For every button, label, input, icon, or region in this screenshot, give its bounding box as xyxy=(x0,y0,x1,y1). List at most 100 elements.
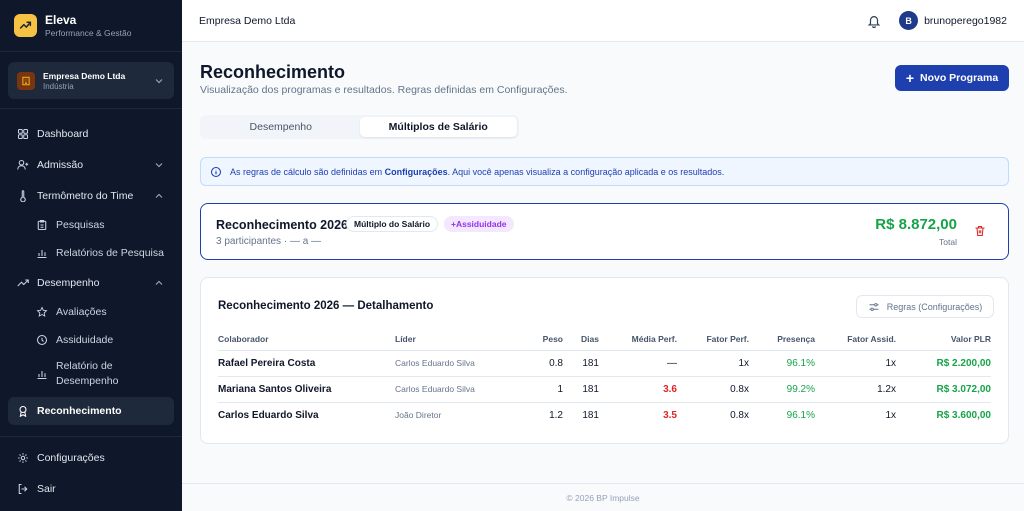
cell-colaborador: Rafael Pereira Costa xyxy=(218,350,395,377)
sidebar-item-configuracoes[interactable]: Configurações xyxy=(8,444,174,472)
trend-up-logo-icon xyxy=(14,14,37,37)
cell-fator-perf: 0.8x xyxy=(730,409,749,421)
page-title: Reconhecimento xyxy=(200,62,346,82)
col-valor-plr: Valor PLR xyxy=(896,328,991,351)
sidebar-item-relatorio-desempenho[interactable]: Relatório de Desempenho xyxy=(8,354,174,394)
chevron-up-icon xyxy=(153,277,165,289)
cell-dias: 181 xyxy=(582,409,599,421)
new-program-button[interactable]: + Novo Programa xyxy=(895,65,1009,91)
sidebar-item-label: Pesquisas xyxy=(56,219,105,231)
col-peso: Peso xyxy=(518,328,563,351)
sidebar-item-relatorios-pesquisa[interactable]: Relatórios de Pesquisa xyxy=(8,239,174,267)
user-plus-icon xyxy=(17,159,29,171)
cell-valor-plr: R$ 3.600,00 xyxy=(936,409,992,421)
page-subtitle: Visualização dos programas e resultados.… xyxy=(200,84,568,96)
logout-icon xyxy=(17,483,29,495)
program-total-label: Total xyxy=(939,237,957,247)
col-media-perf: Média Perf. xyxy=(599,328,677,351)
sidebar-item-termometro[interactable]: Termômetro do Time xyxy=(8,182,174,210)
sidebar-item-reconhecimento[interactable]: Reconhecimento xyxy=(8,397,174,425)
col-fator-perf: Fator Perf. xyxy=(677,328,749,351)
cell-fator-assid: 1x xyxy=(885,409,896,421)
sidebar-item-pesquisas[interactable]: Pesquisas xyxy=(8,211,174,239)
sidebar-bottom-nav: Configurações Sair xyxy=(8,444,174,503)
table-row[interactable]: Rafael Pereira Costa Carlos Eduardo Silv… xyxy=(218,350,991,377)
plus-icon: + xyxy=(905,70,914,86)
sidebar-item-label: Sair xyxy=(37,483,56,495)
info-text: As regras de cálculo são definidas em Co… xyxy=(230,167,724,177)
program-card[interactable]: Reconhecimento 2026 Múltiplo do Salário … xyxy=(200,203,1009,260)
cell-presenca: 96.1% xyxy=(749,350,815,377)
brand-name: Eleva xyxy=(45,13,77,27)
cell-peso: 0.8 xyxy=(518,350,563,377)
cell-fator-perf: 0.8x xyxy=(677,376,749,403)
company-selector[interactable]: Empresa Demo Ltda Indústria xyxy=(8,62,174,99)
info-banner: As regras de cálculo são definidas em Co… xyxy=(200,157,1009,186)
cell-fator-assid: 1x xyxy=(815,350,896,377)
table-row[interactable]: Carlos Eduardo Silva João Diretor 1.2 18… xyxy=(218,402,991,428)
cell-dias: 181 xyxy=(563,376,599,403)
info-config-link[interactable]: Configurações xyxy=(385,167,448,177)
new-program-label: Novo Programa xyxy=(920,72,999,84)
rules-button-label: Regras (Configurações) xyxy=(886,301,983,312)
grid-icon xyxy=(17,128,29,140)
thermometer-icon xyxy=(17,190,29,202)
chevron-up-icon xyxy=(153,190,165,202)
cell-colaborador: Carlos Eduardo Silva xyxy=(218,409,319,421)
bar-chart-icon xyxy=(36,247,48,259)
chevron-down-icon xyxy=(153,75,165,87)
program-extra-badge: +Assiduidade xyxy=(444,216,514,232)
cell-lider: João Diretor xyxy=(395,410,442,421)
cell-valor-plr: R$ 2.200,00 xyxy=(896,350,991,377)
table-row[interactable]: Mariana Santos Oliveira Carlos Eduardo S… xyxy=(218,376,991,403)
col-presenca: Presença xyxy=(749,328,815,351)
sidebar-item-avaliacoes[interactable]: Avaliações xyxy=(8,298,174,326)
sidebar-item-desempenho[interactable]: Desempenho xyxy=(8,269,174,297)
username[interactable]: bruno​perego1982 xyxy=(924,15,1007,27)
cell-media-perf: 3.6 xyxy=(599,376,677,403)
cell-media-perf: 3.5 xyxy=(663,409,677,421)
bell-icon[interactable] xyxy=(867,14,881,28)
sidebar-item-label: Assiduidade xyxy=(56,334,114,346)
col-lider: Líder xyxy=(395,328,518,351)
detail-table: Colaborador Líder Peso Dias Média Perf. … xyxy=(218,328,991,428)
avatar[interactable]: B xyxy=(899,11,919,30)
star-icon xyxy=(36,306,48,318)
tab-multiplos-salario[interactable]: Múltiplos de Salário xyxy=(359,117,517,137)
sidebar: Eleva Performance & Gestão Empresa Demo … xyxy=(0,0,182,511)
detail-card: Reconhecimento 2026 — Detalhamento Regra… xyxy=(200,277,1009,444)
info-prefix: As regras de cálculo são definidas em xyxy=(230,166,385,177)
clock-icon xyxy=(36,334,48,346)
main-content: Reconhecimento Visualização dos programa… xyxy=(182,42,1024,511)
award-icon xyxy=(17,405,29,417)
program-title: Reconhecimento 2026 xyxy=(216,218,348,232)
cell-dias: 181 xyxy=(563,350,599,377)
cell-fator-assid: 1.2x xyxy=(815,376,896,403)
brand[interactable]: Eleva Performance & Gestão xyxy=(0,0,182,52)
cell-valor-plr: R$ 3.072,00 xyxy=(896,376,991,403)
cell-presenca: 96.1% xyxy=(786,409,815,421)
sidebar-item-assiduidade[interactable]: Assiduidade xyxy=(8,326,174,354)
sidebar-item-label: Configurações xyxy=(37,452,105,464)
tab-bar: Desempenho Múltiplos de Salário xyxy=(200,115,519,139)
company-name: Empresa Demo Ltda xyxy=(43,70,126,81)
sidebar-item-dashboard[interactable]: Dashboard xyxy=(8,120,174,148)
info-icon xyxy=(210,166,222,178)
sidebar-item-label: Relatórios de Pesquisa xyxy=(56,247,164,259)
tab-desempenho[interactable]: Desempenho xyxy=(202,117,360,137)
sidebar-item-label: Avaliações xyxy=(56,306,107,318)
cell-colaborador: Mariana Santos Oliveira xyxy=(218,376,395,403)
sidebar-item-label: Relatório de Desempenho xyxy=(56,360,119,387)
building-icon xyxy=(17,71,35,90)
sidebar-item-sair[interactable]: Sair xyxy=(8,475,174,503)
sidebar-item-admissao[interactable]: Admissão xyxy=(8,151,174,179)
rules-button[interactable]: Regras (Configurações) xyxy=(856,295,994,318)
program-total: R$ 8.872,00 xyxy=(875,216,957,233)
cell-presenca: 99.2% xyxy=(749,376,815,403)
brand-subtitle: Performance & Gestão xyxy=(45,28,132,38)
col-fator-assid: Fator Assid. xyxy=(815,328,896,351)
clipboard-icon xyxy=(36,219,48,231)
detail-title: Reconhecimento 2026 — Detalhamento xyxy=(218,300,434,312)
cell-peso: 1.2 xyxy=(549,409,563,421)
trash-icon[interactable] xyxy=(974,225,986,237)
